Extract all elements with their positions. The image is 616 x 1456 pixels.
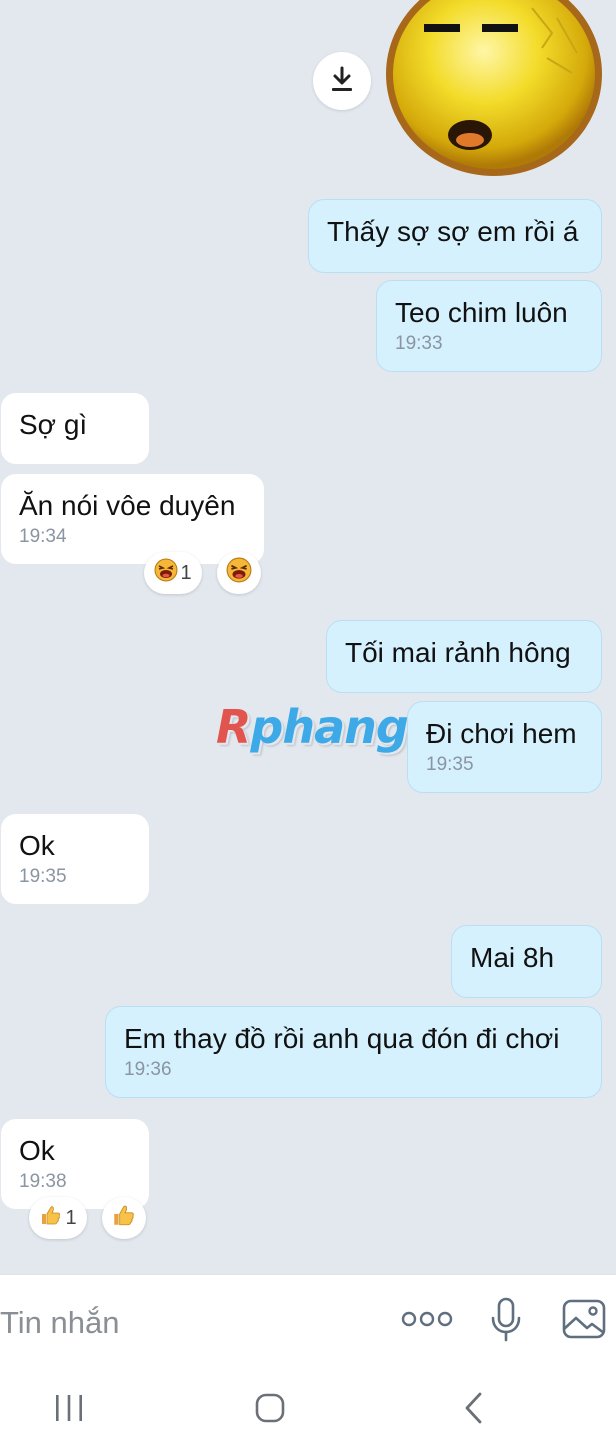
message-time: 19:34 xyxy=(19,526,67,547)
laughing-emoji-icon xyxy=(226,557,252,589)
microphone-icon xyxy=(489,1296,523,1349)
message-text: Ok xyxy=(19,830,55,861)
reaction-summary[interactable]: 1 xyxy=(144,552,202,594)
message-bubble[interactable]: Em thay đồ rồi anh qua đón đi chơi 19:36 xyxy=(105,1006,602,1098)
chat-area[interactable]: Thấy sợ sợ em rồi á Teo chim luôn 19:33 … xyxy=(0,0,616,1274)
thumbs-up-emoji-icon xyxy=(111,1202,137,1234)
recent-apps-icon xyxy=(53,1393,85,1428)
message-bubble[interactable]: Ok 19:35 xyxy=(0,813,150,905)
download-icon xyxy=(329,65,355,98)
reaction-count: 1 xyxy=(65,1206,77,1229)
reaction-summary[interactable]: 1 xyxy=(29,1197,87,1239)
watermark-logo: Rphang xyxy=(216,700,409,754)
message-time: 19:35 xyxy=(426,754,474,775)
message-text: Thấy sợ sợ em rồi á xyxy=(327,216,579,247)
message-bubble[interactable]: Sợ gì xyxy=(0,392,150,465)
message-time: 19:38 xyxy=(19,1171,67,1192)
react-button[interactable] xyxy=(102,1197,146,1239)
message-input[interactable]: Tin nhắn xyxy=(0,1305,120,1341)
message-bubble[interactable]: Ăn nói vôe duyên 19:34 xyxy=(0,473,265,565)
thumbs-up-emoji-icon xyxy=(39,1203,63,1233)
message-text: Ok xyxy=(19,1135,55,1166)
system-navigation-bar xyxy=(0,1368,616,1456)
message-text: Tối mai rảnh hông xyxy=(345,637,571,668)
message-bubble[interactable]: Mai 8h xyxy=(451,925,602,998)
reaction-count: 1 xyxy=(180,561,192,584)
message-text: Đi chơi hem xyxy=(426,718,577,749)
message-text: Ăn nói vôe duyên xyxy=(19,490,236,521)
image-gallery-icon xyxy=(561,1298,607,1345)
message-bubble[interactable]: Teo chim luôn 19:33 xyxy=(376,280,602,372)
laughing-emoji-icon xyxy=(154,558,178,588)
message-time: 19:36 xyxy=(124,1059,172,1080)
send-image-button[interactable] xyxy=(560,1299,608,1343)
home-icon xyxy=(254,1392,286,1429)
message-bubble[interactable]: Tối mai rảnh hông xyxy=(326,620,602,693)
message-composer: Tin nhắn xyxy=(0,1274,616,1369)
message-text: Em thay đồ rồi anh qua đón đi chơi xyxy=(124,1023,560,1054)
message-bubble[interactable]: Thấy sợ sợ em rồi á xyxy=(308,199,602,273)
message-time: 19:33 xyxy=(395,333,443,354)
message-time: 19:35 xyxy=(19,866,67,887)
back-button[interactable] xyxy=(456,1390,490,1430)
voice-message-button[interactable] xyxy=(486,1297,526,1347)
message-text: Sợ gì xyxy=(19,409,88,440)
more-dots-icon xyxy=(401,1311,453,1332)
recent-apps-button[interactable] xyxy=(52,1390,86,1430)
more-options-button[interactable] xyxy=(398,1303,456,1339)
sleepy-face-sticker-icon[interactable] xyxy=(382,0,604,178)
message-text: Mai 8h xyxy=(470,942,555,973)
message-text: Teo chim luôn xyxy=(395,297,568,328)
react-button[interactable] xyxy=(217,552,261,594)
back-chevron-icon xyxy=(461,1391,485,1430)
download-button[interactable] xyxy=(313,52,371,110)
message-bubble[interactable]: Đi chơi hem 19:35 xyxy=(407,701,602,793)
home-button[interactable] xyxy=(252,1390,288,1430)
